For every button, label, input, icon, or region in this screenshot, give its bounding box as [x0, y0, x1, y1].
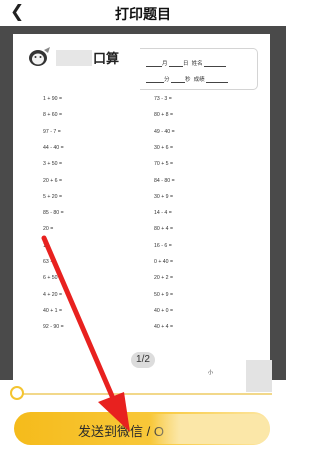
page-indicator: 1/2: [131, 352, 155, 368]
date-fields: 月 日 姓名: [146, 59, 227, 67]
problem-left: 63 - 6: [43, 259, 57, 265]
minute-label: 分: [164, 77, 170, 83]
problem-right: 30 + 9 =: [154, 193, 174, 200]
mascot-icon: [29, 47, 50, 66]
problem-right: 84 - 80 =: [154, 177, 175, 184]
blurred-logo: [56, 50, 92, 66]
problem-right: 20 + 2 =: [154, 275, 174, 282]
blurred-overlay: [150, 414, 270, 444]
name-label: 姓名: [191, 61, 203, 67]
problem-right: 16 - 6 =: [154, 242, 172, 249]
time-fields: 分 秒 成绩: [146, 75, 229, 83]
problem-right: 70 + 5 =: [154, 161, 174, 168]
problem-left: 4 + 20 =: [43, 291, 63, 298]
problem-left: 40 + 1 =: [43, 307, 63, 314]
problem-right: 73 - 3 =: [154, 96, 172, 102]
problem-left: 44 - 40 =: [43, 144, 64, 151]
problem-right: 50 + 9 =: [154, 291, 174, 298]
score-label: 成绩: [193, 77, 205, 83]
problem-right: 40 + 0 =: [154, 307, 174, 314]
slider-handle[interactable]: [10, 386, 24, 400]
day-label: 日: [183, 61, 189, 67]
page-title: 打印题目: [115, 6, 171, 22]
info-box: [140, 48, 258, 90]
problem-left: 20 + 6 =: [43, 177, 63, 184]
problem-right: 30 + 6 =: [154, 144, 174, 151]
problem-right: 14 - 4 =: [154, 210, 172, 217]
problem-left: 3 + 50 =: [43, 161, 63, 168]
problem-right: 49 - 40 =: [154, 128, 175, 135]
top-bar: ❮ 打印题目: [0, 0, 286, 26]
problem-right: 0 + 40 =: [154, 259, 174, 265]
second-label: 秒: [185, 77, 191, 83]
problem-left: 20 =: [43, 226, 54, 233]
problem-left: 6 + 50 =: [43, 275, 63, 282]
qr-caption: 小: [208, 370, 214, 376]
problem-left: 85 - 80 =: [43, 210, 64, 217]
month-label: 月: [162, 61, 168, 67]
problem-left: 1: [43, 242, 46, 249]
problem-right: 40 + 4 =: [154, 324, 174, 331]
problem-left: 1 + 90 =: [43, 96, 63, 102]
problem-left: 92 - 90 =: [43, 324, 64, 331]
problem-right: 80 + 4 =: [154, 226, 174, 233]
worksheet-title: 口算: [93, 51, 120, 66]
problem-left: 8 + 60 =: [43, 112, 63, 119]
problem-left: 97 - 7 =: [43, 128, 61, 135]
problem-left: 5 + 20 =: [43, 193, 63, 200]
slider-track[interactable]: [18, 393, 272, 395]
qr-code: [246, 360, 272, 392]
problem-right: 80 + 8 =: [154, 112, 174, 119]
